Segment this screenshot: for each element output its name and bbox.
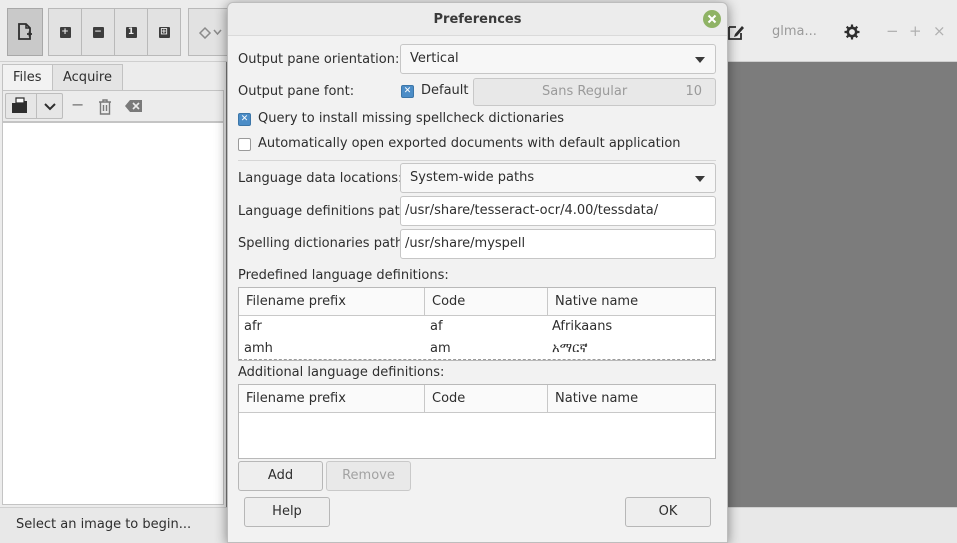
file-tools: − — [2, 90, 224, 122]
zoom-fit-button[interactable]: ⊞ — [147, 8, 181, 56]
cell-code: af — [430, 319, 443, 334]
scroll-edge — [239, 359, 715, 360]
settings-button[interactable] — [838, 8, 866, 56]
font-name: Sans Regular — [542, 84, 628, 99]
add-document-icon — [18, 23, 32, 40]
table-row[interactable]: amh am አማርኛ — [239, 338, 715, 360]
cell-prefix: amh — [244, 341, 273, 356]
preferences-dialog: Preferences Output pane orientation: Ver… — [227, 2, 728, 543]
language-definitions-path-label: Language definitions path: — [238, 204, 413, 219]
font-chooser-button[interactable]: Sans Regular 10 — [473, 78, 716, 106]
auto-open-checkbox[interactable] — [238, 138, 251, 151]
zoom-normal-button[interactable]: 1 — [114, 8, 148, 56]
gear-icon — [844, 24, 860, 40]
chevron-down-icon — [44, 103, 56, 111]
auto-open-label: Automatically open exported documents wi… — [258, 136, 681, 151]
cell-native-name: Afrikaans — [552, 319, 613, 334]
column-filename-prefix[interactable]: Filename prefix — [239, 385, 425, 413]
tab-acquire[interactable]: Acquire — [52, 64, 123, 90]
column-code[interactable]: Code — [425, 288, 548, 316]
edit-icon — [728, 26, 744, 40]
ok-button[interactable]: OK — [625, 497, 711, 527]
rotate-icon — [198, 26, 222, 39]
remove-button[interactable]: Remove — [326, 461, 411, 491]
column-native-name[interactable]: Native name — [548, 385, 715, 413]
predefined-definitions-table[interactable]: Filename prefix Code Native name afr af … — [238, 287, 716, 361]
minimize-icon[interactable]: − — [886, 22, 899, 40]
zoom-out-button[interactable]: − — [81, 8, 115, 56]
zoom-out-icon: − — [92, 26, 104, 38]
column-native-name[interactable]: Native name — [548, 288, 715, 316]
status-text: Select an image to begin... — [16, 517, 192, 532]
open-menu-button[interactable] — [5, 93, 63, 119]
dropdown-arrow-icon — [695, 57, 705, 63]
output-font-label: Output pane font: — [238, 84, 355, 99]
spelling-dictionaries-path-label: Spelling dictionaries path: — [238, 236, 408, 251]
rotate-menu-button[interactable] — [188, 8, 230, 56]
additional-definitions-table[interactable]: Filename prefix Code Native name — [238, 384, 716, 459]
clear-icon[interactable] — [125, 100, 143, 112]
help-button[interactable]: Help — [244, 497, 330, 527]
maximize-icon[interactable]: + — [909, 22, 922, 40]
spelling-dictionaries-path-field[interactable]: /usr/share/myspell — [400, 229, 716, 259]
query-spellcheck-label: Query to install missing spellcheck dict… — [258, 111, 564, 126]
header-label: glma... — [772, 24, 817, 39]
language-definitions-path-field[interactable]: /usr/share/tesseract-ocr/4.00/tessdata/ — [400, 196, 716, 226]
trash-icon[interactable] — [98, 99, 112, 115]
table-header: Filename prefix Code Native name — [239, 385, 715, 413]
default-font-label: Default — [421, 83, 469, 98]
zoom-fit-icon: ⊞ — [158, 26, 170, 38]
font-size: 10 — [685, 84, 702, 99]
separator — [238, 160, 716, 161]
dialog-title: Preferences — [228, 3, 727, 36]
zoom-in-button[interactable]: + — [48, 8, 82, 56]
language-data-locations-label: Language data locations: — [238, 171, 403, 186]
query-spellcheck-checkbox[interactable]: ✕ — [238, 113, 251, 126]
cell-native-name: አማርኛ — [552, 341, 588, 356]
close-window-icon[interactable]: × — [933, 22, 946, 40]
close-icon — [707, 14, 717, 24]
open-folder-icon — [12, 97, 27, 113]
table-row[interactable]: afr af Afrikaans — [239, 316, 715, 338]
dropdown-arrow-icon — [695, 176, 705, 182]
dialog-close-button[interactable] — [703, 10, 721, 28]
column-code[interactable]: Code — [425, 385, 548, 413]
remove-icon[interactable]: − — [71, 95, 84, 114]
sources-panel: Files Acquire − — [0, 62, 226, 507]
cell-prefix: afr — [244, 319, 262, 334]
output-orientation-value: Vertical — [410, 51, 459, 66]
table-header: Filename prefix Code Native name — [239, 288, 715, 316]
additional-definitions-label: Additional language definitions: — [238, 365, 445, 380]
output-orientation-label: Output pane orientation: — [238, 52, 400, 67]
output-orientation-combo[interactable]: Vertical — [400, 44, 716, 74]
default-font-checkbox[interactable]: ✕ — [401, 85, 414, 98]
language-data-locations-combo[interactable]: System-wide paths — [400, 163, 716, 193]
cell-code: am — [430, 341, 451, 356]
predefined-definitions-label: Predefined language definitions: — [238, 268, 449, 283]
language-data-locations-value: System-wide paths — [410, 170, 535, 185]
column-filename-prefix[interactable]: Filename prefix — [239, 288, 425, 316]
zoom-in-icon: + — [59, 26, 71, 38]
add-button[interactable]: Add — [238, 461, 323, 491]
tab-files[interactable]: Files — [2, 64, 53, 90]
file-list[interactable] — [2, 122, 224, 505]
zoom-one-icon: 1 — [125, 26, 137, 38]
add-image-button[interactable] — [7, 8, 43, 56]
